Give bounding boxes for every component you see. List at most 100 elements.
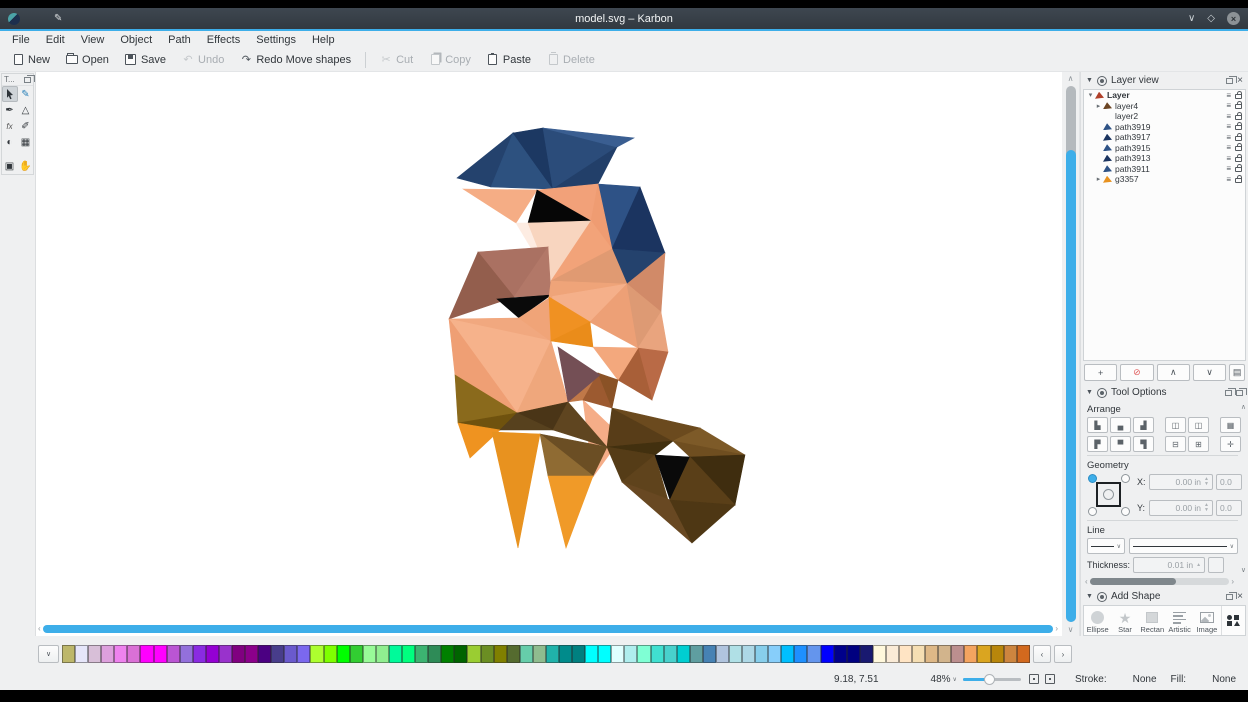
color-swatch-63[interactable] — [886, 645, 899, 663]
lock-icon[interactable] — [1235, 167, 1242, 172]
width-input[interactable]: 0.0 — [1216, 474, 1242, 490]
align-right-button[interactable]: ▟ — [1133, 417, 1154, 433]
align-top-button[interactable]: ▛ — [1087, 436, 1108, 452]
color-swatch-73[interactable] — [1017, 645, 1030, 663]
minimize-button[interactable]: ∨ — [1188, 13, 1195, 25]
color-swatch-30[interactable] — [454, 645, 467, 663]
menu-item-settings[interactable]: Settings — [248, 33, 304, 47]
align-center-v-button[interactable]: ▀ — [1110, 436, 1131, 452]
new-window-icon[interactable] — [1225, 390, 1232, 396]
layer-row-path3911[interactable]: path3911≡ — [1084, 164, 1245, 175]
add-shape-header[interactable]: ▼ Add Shape × — [1081, 588, 1248, 605]
color-swatch-21[interactable] — [337, 645, 350, 663]
layer-row-layer[interactable]: ▾Layer≡ — [1084, 90, 1245, 101]
color-swatch-36[interactable] — [533, 645, 546, 663]
color-swatch-44[interactable] — [637, 645, 650, 663]
color-swatch-19[interactable] — [310, 645, 323, 663]
titlebar[interactable]: ✎ model.svg – Karbon ∨ ◇ × — [0, 8, 1248, 29]
line-style-select[interactable]: ∨ — [1129, 538, 1238, 554]
tool-options-hscrollbar[interactable]: ‹ › — [1085, 577, 1234, 586]
lower-layer-button[interactable]: ∨ — [1193, 364, 1226, 381]
lock-icon[interactable] — [1235, 136, 1242, 141]
color-swatch-6[interactable] — [140, 645, 153, 663]
color-swatch-68[interactable] — [951, 645, 964, 663]
add-layer-button[interactable]: + — [1084, 364, 1117, 381]
select-tool[interactable] — [2, 86, 18, 102]
layer-properties-icon[interactable]: ≡ — [1226, 164, 1231, 173]
zoom-dropdown-icon[interactable]: ∨ — [953, 676, 957, 683]
float-icon[interactable] — [1226, 78, 1233, 84]
y-input[interactable]: 0.00 in ▲▼ — [1149, 500, 1213, 516]
color-swatch-49[interactable] — [703, 645, 716, 663]
layer-properties-icon[interactable]: ≡ — [1226, 143, 1231, 152]
zoom-slider-thumb[interactable] — [984, 674, 995, 685]
scroll-left-icon[interactable]: ‹ — [1085, 577, 1088, 587]
color-swatch-69[interactable] — [964, 645, 977, 663]
shape-collections-button[interactable] — [1221, 606, 1245, 635]
color-swatch-14[interactable] — [245, 645, 258, 663]
rectangle-shape-button[interactable]: Rectan — [1139, 606, 1166, 635]
scroll-right-icon[interactable]: › — [1055, 624, 1058, 634]
zoom-slider[interactable] — [963, 673, 1021, 685]
star-shape-button[interactable]: ★Star — [1111, 606, 1138, 635]
color-swatch-15[interactable] — [258, 645, 271, 663]
color-swatch-33[interactable] — [494, 645, 507, 663]
lock-icon[interactable] — [1235, 157, 1242, 162]
color-swatch-70[interactable] — [977, 645, 990, 663]
align-center-h-button[interactable]: ▄ — [1110, 417, 1131, 433]
distribute-center-h-button[interactable]: ◫ — [1188, 417, 1209, 433]
color-swatch-1[interactable] — [75, 645, 88, 663]
color-swatch-29[interactable] — [441, 645, 454, 663]
color-swatch-10[interactable] — [193, 645, 206, 663]
zoom-selection-icon[interactable] — [1029, 674, 1039, 684]
color-swatch-61[interactable] — [860, 645, 873, 663]
brush-tool[interactable]: ✐ — [18, 118, 34, 134]
color-swatch-8[interactable] — [167, 645, 180, 663]
anchor-center[interactable] — [1103, 489, 1114, 500]
pattern-tool[interactable]: ▦ — [18, 134, 34, 150]
x-input[interactable]: 0.00 in ▲▼ — [1149, 474, 1213, 490]
color-swatch-12[interactable] — [219, 645, 232, 663]
collapse-icon[interactable]: ▼ — [1086, 389, 1093, 396]
color-swatch-20[interactable] — [324, 645, 337, 663]
expander-icon[interactable]: ▸ — [1094, 102, 1103, 110]
color-swatch-5[interactable] — [127, 645, 140, 663]
tool-options-header[interactable]: ▼ Tool Options — [1081, 384, 1248, 401]
color-swatch-45[interactable] — [651, 645, 664, 663]
align-grid-button[interactable]: ▦ — [1220, 417, 1241, 433]
color-swatch-43[interactable] — [624, 645, 637, 663]
menu-item-edit[interactable]: Edit — [38, 33, 73, 47]
distribute-left-button[interactable]: ◫ — [1165, 417, 1186, 433]
color-swatch-58[interactable] — [821, 645, 834, 663]
artistic-text-shape-button[interactable]: Artistic — [1166, 606, 1193, 635]
color-swatch-50[interactable] — [716, 645, 729, 663]
open-button[interactable]: Open — [58, 52, 117, 68]
layer-row-path3917[interactable]: path3917≡ — [1084, 132, 1245, 143]
color-swatch-42[interactable] — [611, 645, 624, 663]
scroll-down-icon[interactable]: ∨ — [1062, 625, 1079, 634]
color-swatch-55[interactable] — [781, 645, 794, 663]
clipped-input[interactable] — [1208, 557, 1224, 573]
height-input[interactable]: 0.0 — [1216, 500, 1242, 516]
color-swatch-24[interactable] — [376, 645, 389, 663]
view-mode-button[interactable]: ▤ — [1229, 364, 1245, 381]
hscroll-thumb[interactable] — [1090, 578, 1177, 585]
close-icon[interactable]: × — [1237, 592, 1243, 602]
layer-properties-icon[interactable]: ≡ — [1226, 112, 1231, 121]
menu-item-file[interactable]: File — [4, 33, 38, 47]
anchor-bottom-left[interactable] — [1088, 507, 1097, 516]
image-shape-button[interactable]: Image — [1193, 606, 1220, 635]
paste-button[interactable]: Paste — [479, 52, 539, 68]
frame-tool[interactable]: ▣ — [2, 158, 18, 174]
color-swatch-3[interactable] — [101, 645, 114, 663]
close-button[interactable]: × — [1227, 12, 1240, 25]
fill-value[interactable]: None — [1212, 674, 1236, 685]
color-swatch-60[interactable] — [847, 645, 860, 663]
lock-icon[interactable] — [1235, 104, 1242, 109]
vscroll-track[interactable] — [1066, 86, 1076, 622]
color-swatch-65[interactable] — [912, 645, 925, 663]
align-bottom-button[interactable]: ▜ — [1133, 436, 1154, 452]
color-swatch-22[interactable] — [350, 645, 363, 663]
color-swatch-17[interactable] — [284, 645, 297, 663]
effects-tool[interactable]: fx — [2, 118, 18, 134]
